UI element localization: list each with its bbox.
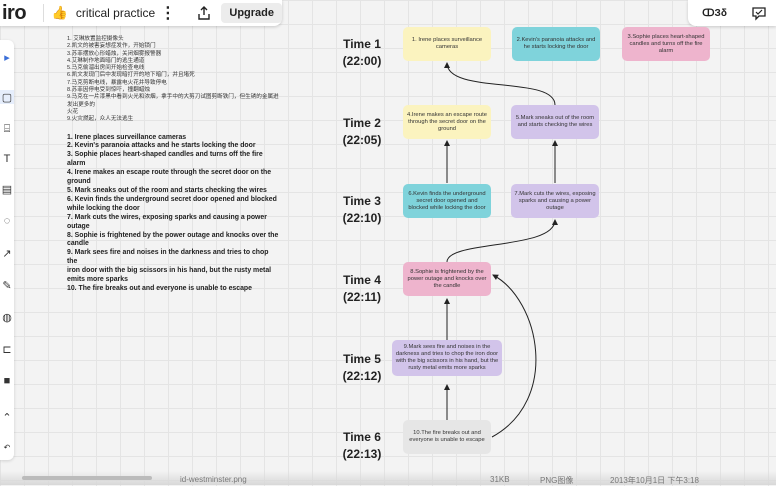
event-card[interactable]: 9.Mark sees fire and noises in the darkn… [392, 340, 502, 376]
connector-arrow [444, 62, 556, 106]
connector-arrows [444, 62, 558, 438]
event-card[interactable]: 3.Sophie places heart-shaped candles and… [622, 27, 710, 61]
event-card[interactable]: 6.Kevin finds the underground secret doo… [403, 184, 491, 218]
connector-arrow [446, 219, 558, 263]
event-card[interactable]: 2.Kevin's paranoia attacks and he starts… [512, 27, 600, 61]
file-name-text: id-westminster.png [180, 475, 247, 484]
event-card[interactable]: 10.The fire breaks out and everyone is u… [403, 420, 491, 454]
file-size-text: 31KB [490, 475, 510, 484]
event-card[interactable]: 8.Sophie is frightened by the power outa… [403, 262, 491, 296]
event-card[interactable]: 5.Mark sneaks out of the room and starts… [511, 105, 599, 139]
file-type-text: PNG图像 [540, 476, 574, 485]
event-card[interactable]: 1. Irene places surveillance cameras [403, 27, 491, 61]
event-card[interactable]: 7.Mark cuts the wires, exposing sparks a… [511, 184, 599, 218]
horizontal-scrollbar[interactable] [22, 476, 152, 480]
file-date-text: 2013年10月1日 下午3:18 [610, 476, 699, 485]
event-card[interactable]: 4.Irene makes an escape route through th… [403, 105, 491, 139]
